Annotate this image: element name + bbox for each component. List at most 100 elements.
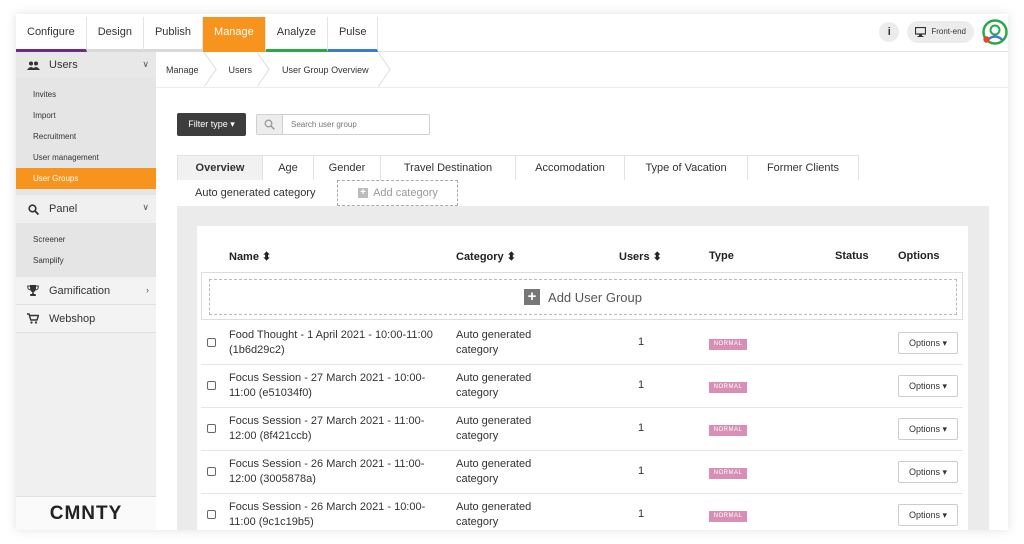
filter-type-button[interactable]: Filter type ▾	[177, 113, 246, 136]
tab-manage[interactable]: Manage	[203, 17, 266, 52]
group-name[interactable]: Food Thought - 1 April 2021 - 10:00-11:0…	[229, 328, 439, 358]
tab-accomodation[interactable]: Accomodation	[515, 155, 625, 180]
tab-former-clients[interactable]: Former Clients	[747, 155, 859, 180]
monitor-icon	[915, 27, 927, 37]
tab-auto-generated-category[interactable]: Auto generated category	[177, 180, 333, 206]
group-name[interactable]: Focus Session - 26 March 2021 - 10:00-11…	[229, 500, 439, 530]
search-icon	[257, 115, 283, 134]
tab-overview[interactable]: Overview	[177, 155, 263, 180]
options-dropdown[interactable]: Options ▾	[898, 504, 958, 526]
group-name[interactable]: Focus Session - 27 March 2021 - 11:00-12…	[229, 414, 439, 444]
group-category: Auto generated category	[456, 372, 532, 399]
frontend-label: Front-end	[931, 27, 966, 36]
column-header-options: Options	[898, 250, 940, 262]
tab-pulse[interactable]: Pulse	[327, 17, 379, 52]
breadcrumb: Manage Users User Group Overview	[156, 52, 1008, 88]
options-dropdown[interactable]: Options ▾	[898, 375, 958, 397]
sidebar-item-user-management[interactable]: User management	[16, 147, 156, 168]
tab-analyze[interactable]: Analyze	[265, 17, 328, 52]
column-header-name[interactable]: Name ⬍	[229, 250, 271, 263]
frontend-button[interactable]: Front-end	[907, 21, 974, 43]
chevron-right-icon: ›	[146, 285, 149, 295]
tab-publish[interactable]: Publish	[143, 17, 204, 52]
row-checkbox[interactable]	[207, 424, 216, 433]
sidebar-item-recruitment[interactable]: Recruitment	[16, 126, 156, 147]
sidebar-item-label: Webshop	[49, 312, 96, 325]
sidebar: Users ∨ Invites Import Recruitment User …	[16, 52, 156, 530]
group-users-count: 1	[637, 508, 645, 520]
tab-travel-destination[interactable]: Travel Destination	[380, 155, 516, 180]
search-icon	[26, 203, 40, 215]
tab-gender[interactable]: Gender	[313, 155, 381, 180]
sidebar-item-users[interactable]: Users ∨	[16, 52, 156, 78]
add-category-button[interactable]: + Add category	[337, 180, 459, 206]
chevron-down-icon: ∨	[142, 202, 149, 212]
panel-submenu: Screener Samplify	[16, 223, 156, 277]
trophy-icon	[26, 285, 40, 296]
users-icon	[26, 61, 40, 70]
group-users-count: 1	[637, 379, 645, 391]
cart-icon	[26, 313, 40, 324]
row-checkbox[interactable]	[207, 510, 216, 519]
column-header-users[interactable]: Users ⬍	[619, 250, 662, 263]
row-checkbox[interactable]	[207, 338, 216, 347]
breadcrumb-users[interactable]: Users	[217, 52, 271, 88]
breadcrumb-manage[interactable]: Manage	[156, 52, 217, 88]
type-badge: NORMAL	[709, 468, 747, 479]
info-button[interactable]: i	[879, 22, 900, 42]
tab-design[interactable]: Design	[86, 17, 144, 52]
sidebar-item-gamification[interactable]: Gamification ›	[16, 277, 156, 305]
group-name[interactable]: Focus Session - 27 March 2021 - 10:00-11…	[229, 371, 439, 401]
group-category: Auto generated category	[456, 458, 532, 485]
tab-configure[interactable]: Configure	[16, 17, 87, 52]
sidebar-item-label: Gamification	[49, 284, 111, 297]
table-header: Name ⬍ Category ⬍ Users ⬍ Type Status Op…	[197, 226, 968, 276]
sidebar-item-screener[interactable]: Screener	[16, 229, 156, 250]
sidebar-item-user-groups[interactable]: User Groups	[16, 168, 156, 189]
sidebar-item-webshop[interactable]: Webshop	[16, 305, 156, 333]
type-badge: NORMAL	[709, 382, 747, 393]
main-content: Filter type ▾ Search user group Overview…	[156, 89, 1008, 530]
table-row: Focus Session - 27 March 2021 - 10:00-11…	[201, 365, 963, 408]
tab-age[interactable]: Age	[262, 155, 314, 180]
main-tabs: Configure Design Publish Manage Analyze …	[16, 17, 379, 52]
group-category: Auto generated category	[456, 415, 532, 442]
sidebar-item-panel[interactable]: Panel ∨	[16, 195, 156, 223]
column-header-type: Type	[709, 250, 734, 262]
search-placeholder: Search user group	[291, 120, 357, 129]
app-window: Configure Design Publish Manage Analyze …	[16, 14, 1008, 530]
group-category: Auto generated category	[456, 329, 532, 356]
add-user-group-label: Add User Group	[548, 289, 642, 305]
column-header-status: Status	[835, 250, 869, 262]
column-header-category[interactable]: Category ⬍	[456, 250, 516, 263]
options-dropdown[interactable]: Options ▾	[898, 332, 958, 354]
options-dropdown[interactable]: Options ▾	[898, 418, 958, 440]
breadcrumb-user-group-overview: User Group Overview	[270, 52, 391, 88]
tab-type-of-vacation[interactable]: Type of Vacation	[624, 155, 748, 180]
table-row: Focus Session - 26 March 2021 - 10:00-11…	[201, 494, 963, 530]
avatar[interactable]	[982, 19, 1008, 45]
cmnty-logo: CMNTY	[16, 496, 156, 530]
add-user-group-row: + Add User Group	[201, 272, 963, 320]
table-row: Focus Session - 27 March 2021 - 11:00-12…	[201, 408, 963, 451]
sidebar-item-samplify[interactable]: Samplify	[16, 250, 156, 271]
options-dropdown[interactable]: Options ▾	[898, 461, 958, 483]
plus-icon: +	[524, 289, 541, 305]
row-checkbox[interactable]	[207, 467, 216, 476]
sidebar-item-import[interactable]: Import	[16, 105, 156, 126]
user-groups-table: Name ⬍ Category ⬍ Users ⬍ Type Status Op…	[197, 226, 968, 530]
add-user-group-button[interactable]: + Add User Group	[209, 279, 957, 315]
group-users-count: 1	[637, 422, 645, 434]
users-submenu: Invites Import Recruitment User manageme…	[16, 78, 156, 195]
type-badge: NORMAL	[709, 511, 747, 522]
category-tabs: Overview Age Gender Travel Destination A…	[177, 155, 859, 180]
group-category: Auto generated category	[456, 501, 532, 528]
row-checkbox[interactable]	[207, 381, 216, 390]
search-input[interactable]: Search user group	[256, 114, 430, 135]
sidebar-item-label: Users	[49, 59, 78, 71]
top-navigation: Configure Design Publish Manage Analyze …	[16, 14, 1008, 52]
chevron-down-icon: ∨	[142, 59, 149, 69]
type-badge: NORMAL	[709, 339, 747, 350]
group-name[interactable]: Focus Session - 26 March 2021 - 11:00-12…	[229, 457, 439, 487]
sidebar-item-invites[interactable]: Invites	[16, 84, 156, 105]
